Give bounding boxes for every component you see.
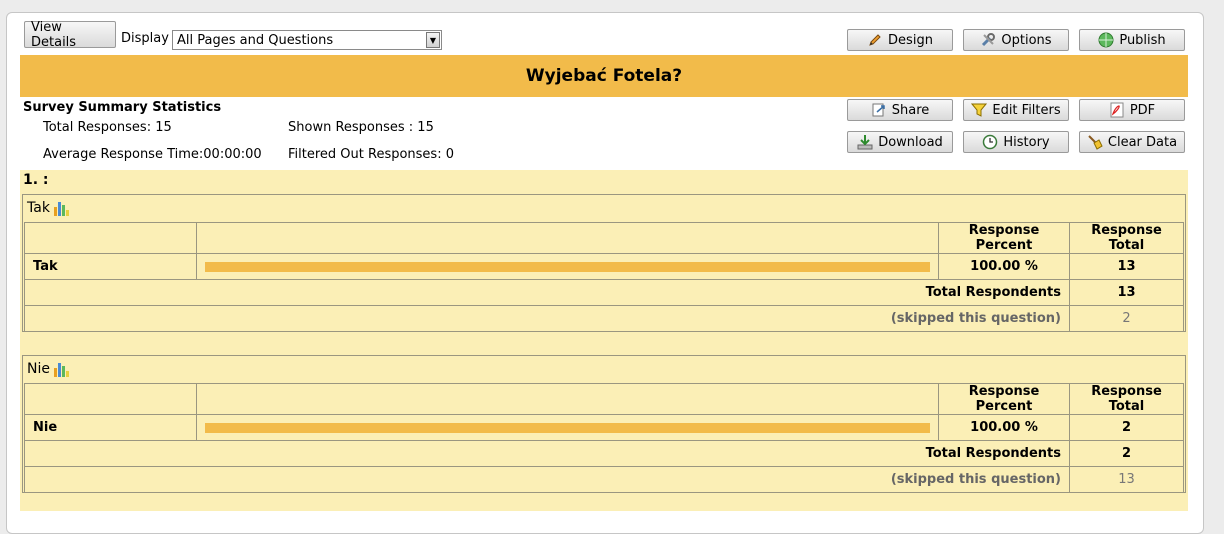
broom-icon	[1087, 134, 1103, 150]
bar-chart-icon[interactable]	[53, 201, 70, 216]
globe-icon	[1098, 32, 1114, 48]
publish-label: Publish	[1119, 32, 1166, 48]
table-cell	[195, 222, 940, 254]
pdf-label: PDF	[1129, 102, 1156, 118]
bar-cell	[195, 414, 940, 441]
total-respondents-value: 2	[1069, 440, 1184, 467]
pdf-icon	[1109, 102, 1125, 118]
table-row: Total Respondents 13	[24, 279, 1184, 306]
answer-block-tak: Tak Response Percent Response Total Tak …	[22, 194, 1186, 332]
percent-bar	[204, 422, 931, 433]
answer-label: Nie	[24, 414, 197, 441]
tools-icon	[980, 32, 996, 48]
table-cell	[24, 383, 197, 415]
question-label: 1. :	[20, 170, 1188, 190]
table-header-row: Response Percent Response Total	[24, 222, 1184, 254]
total-respondents-label: Total Respondents	[24, 279, 1070, 306]
percent-value: 100.00 %	[938, 414, 1070, 441]
clear-data-button[interactable]: Clear Data	[1079, 131, 1185, 153]
publish-button[interactable]: Publish	[1079, 29, 1185, 51]
table-cell	[195, 383, 940, 415]
display-select[interactable]: All Pages and Questions ▼	[172, 30, 442, 50]
download-icon	[857, 134, 873, 150]
funnel-icon	[971, 102, 988, 118]
pdf-button[interactable]: PDF	[1079, 99, 1185, 121]
response-percent-header: Response Percent	[938, 222, 1070, 254]
avg-response-time: Average Response Time:00:00:00	[43, 147, 262, 162]
answer-block-nie: Nie Response Percent Response Total Nie …	[22, 355, 1186, 493]
history-button[interactable]: History	[963, 131, 1069, 153]
percent-bar	[204, 261, 931, 272]
options-label: Options	[1001, 32, 1052, 48]
view-details-label: View Details	[31, 19, 77, 50]
total-value: 2	[1069, 414, 1184, 441]
percent-value: 100.00 %	[938, 253, 1070, 280]
share-label: Share	[891, 102, 930, 118]
history-icon	[982, 134, 998, 150]
survey-title-bar: Wyjebać Fotela?	[20, 55, 1188, 97]
total-responses: Total Responses: 15	[43, 120, 172, 135]
skipped-value: 2	[1069, 305, 1184, 332]
skipped-label: (skipped this question)	[24, 305, 1070, 332]
design-label: Design	[888, 32, 933, 48]
table-row: (skipped this question) 2	[24, 305, 1184, 332]
chevron-down-icon: ▼	[426, 32, 440, 48]
options-button[interactable]: Options	[963, 29, 1069, 51]
response-table: Response Percent Response Total Nie 100.…	[24, 383, 1184, 493]
display-label: Display	[121, 31, 169, 46]
share-button[interactable]: Share	[847, 99, 953, 121]
design-button[interactable]: Design	[847, 29, 953, 51]
skipped-label: (skipped this question)	[24, 466, 1070, 493]
bar-cell	[195, 253, 940, 280]
download-button[interactable]: Download	[847, 131, 953, 153]
skipped-value: 13	[1069, 466, 1184, 493]
response-table: Response Percent Response Total Tak 100.…	[24, 222, 1184, 332]
clear-data-label: Clear Data	[1107, 134, 1178, 150]
display-select-value: All Pages and Questions	[177, 33, 334, 48]
history-label: History	[1003, 134, 1050, 150]
view-details-button[interactable]: View Details	[24, 19, 116, 50]
total-value: 13	[1069, 253, 1184, 280]
shown-responses: Shown Responses : 15	[288, 120, 434, 135]
table-row: Total Respondents 2	[24, 440, 1184, 467]
download-label: Download	[878, 134, 943, 150]
response-total-header: Response Total	[1069, 383, 1184, 415]
filtered-out-responses: Filtered Out Responses: 0	[288, 147, 454, 162]
total-respondents-label: Total Respondents	[24, 440, 1070, 467]
table-header-row: Response Percent Response Total	[24, 383, 1184, 415]
response-percent-header: Response Percent	[938, 383, 1070, 415]
share-icon	[871, 102, 887, 118]
block-header: Tak	[23, 195, 1185, 221]
table-row: (skipped this question) 13	[24, 466, 1184, 493]
table-row: Nie 100.00 % 2	[24, 414, 1184, 441]
stats-heading: Survey Summary Statistics	[23, 100, 222, 115]
block-title: Tak	[27, 200, 50, 216]
response-total-header: Response Total	[1069, 222, 1184, 254]
total-respondents-value: 13	[1069, 279, 1184, 306]
table-cell	[24, 222, 197, 254]
bar-chart-icon[interactable]	[53, 362, 70, 377]
pencil-icon	[867, 32, 883, 48]
block-header: Nie	[23, 356, 1185, 382]
edit-filters-button[interactable]: Edit Filters	[963, 99, 1069, 121]
answer-label: Tak	[24, 253, 197, 280]
edit-filters-label: Edit Filters	[992, 102, 1061, 118]
survey-title: Wyjebać Fotela?	[525, 66, 683, 86]
table-row: Tak 100.00 % 13	[24, 253, 1184, 280]
block-title: Nie	[27, 361, 50, 377]
